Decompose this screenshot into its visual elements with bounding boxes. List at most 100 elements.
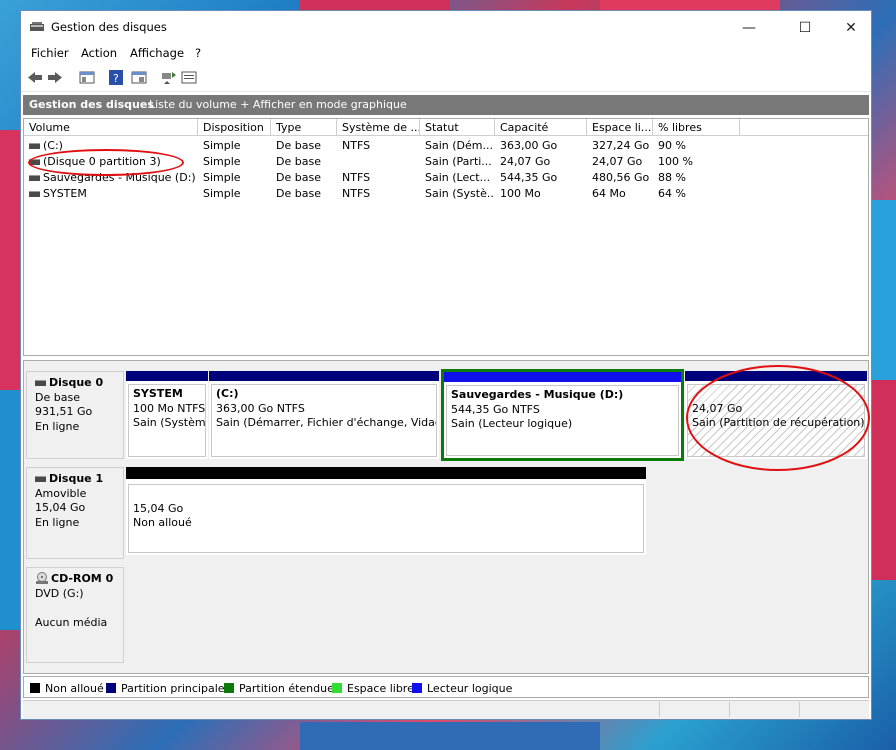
partition-size: 15,04 Go [133,501,184,515]
legend-item: Partition principale [106,682,225,695]
volume-disposition: Simple [203,171,241,184]
volume-free-space: 24,07 Go [592,155,643,168]
volume-type: De base [276,171,321,184]
back-icon[interactable] [27,70,43,85]
disk-type: Amovible [35,486,87,500]
column-header-filesystem[interactable]: Système de ... [337,119,420,136]
volume-list: Volume Disposition Type Système de ... S… [23,118,869,356]
volume-disposition: Simple [203,187,241,200]
volume-capacity: 544,35 Go [500,171,558,184]
disk-state: En ligne [35,419,80,433]
volume-capacity: 24,07 Go [500,155,551,168]
show-hide-console-tree-icon[interactable] [79,70,95,85]
column-header-capacity[interactable]: Capacité [495,119,587,136]
unallocated-bar [126,467,646,479]
legend-swatch-extended [224,683,234,693]
partition-status: Sain (Système [133,416,206,429]
column-header-type[interactable]: Type [271,119,337,136]
status-bar [23,700,869,719]
disk-type: DVD (G:) [35,586,84,600]
legend-label: Lecteur logique [427,682,513,695]
primary-partition-bar [126,371,208,381]
svg-text:?: ? [113,72,119,85]
volume-type: De base [276,139,321,152]
legend-item: Espace libre [332,682,414,695]
minimize-button[interactable]: — [729,17,769,39]
logical-drive-bar [444,372,681,382]
forward-icon[interactable] [47,70,63,85]
table-row[interactable]: (C:) Simple De base NTFS Sain (Dém... 36… [24,138,868,154]
primary-partition-bar [209,371,439,381]
partition-recovery[interactable]: 24,07 Go Sain (Partition de récupération… [685,371,867,459]
column-header-disposition[interactable]: Disposition [198,119,271,136]
legend-item: Partition étendue [224,682,334,695]
menu-fichier[interactable]: Fichier [31,46,69,60]
header-subtitle: Liste du volume + Afficher en mode graph… [149,98,407,111]
rescan-icon[interactable] [161,70,177,85]
disk-name: Disque 1 [49,472,104,485]
drive-icon [29,175,40,181]
volume-type: De base [276,155,321,168]
legend-label: Espace libre [347,682,414,695]
help-icon[interactable]: ? [109,70,123,85]
volume-percent-free: 100 % [658,155,693,168]
volume-status: Sain (Dém... [425,139,493,152]
table-row[interactable]: Sauvegardes - Musique (D:) Simple De bas… [24,170,868,186]
legend-item: Lecteur logique [412,682,512,695]
disk-size: 15,04 Go [35,501,86,514]
legend-swatch-free-space [332,683,342,693]
partition-system[interactable]: SYSTEM 100 Mo NTFS Sain (Système [126,371,208,459]
partition-status: Non alloué [133,516,192,529]
volume-free-space: 64 Mo [592,187,626,200]
disk-type: De base [35,390,80,404]
legend-label: Partition principale [121,682,225,695]
volume-filesystem: NTFS [342,171,371,184]
volume-name: (Disque 0 partition 3) [43,155,161,168]
legend-swatch-unallocated [30,683,40,693]
primary-partition-bar [685,371,867,381]
volume-capacity: 363,00 Go [500,139,558,152]
maximize-button[interactable]: ☐ [785,17,825,39]
disk-name: Disque 0 [49,376,104,389]
menu-help[interactable]: ? [195,46,201,60]
volume-name: SYSTEM [43,187,87,200]
column-header-free-space[interactable]: Espace li... [587,119,653,136]
disk-label[interactable]: Disque 1 Amovible 15,04 Go En ligne [26,467,124,559]
list-view-icon[interactable] [181,70,197,85]
header-title: Gestion des disques [29,98,154,111]
disk-management-icon [30,22,44,31]
volume-status: Sain (Systè... [425,187,495,200]
column-header-volume[interactable]: Volume [24,119,198,136]
close-button[interactable]: ✕ [831,17,871,39]
partition-status: Sain (Démarrer, Fichier d'échange, Vidag… [216,416,437,429]
partition-d[interactable]: Sauvegardes - Musique (D:) 544,35 Go NTF… [441,369,684,461]
disk-graphical-view: Disque 0 De base 931,51 Go En ligne SYST… [23,360,870,674]
table-row[interactable]: (Disque 0 partition 3) Simple De base Sa… [24,154,868,170]
legend-swatch-logical [412,683,422,693]
volume-free-space: 480,56 Go [592,171,650,184]
status-cell [799,702,870,717]
disk-row: Disque 0 De base 931,51 Go En ligne SYST… [24,365,870,471]
disk-label[interactable]: CD-ROM 0 DVD (G:) Aucun média [26,567,124,663]
disk-icon [35,380,46,386]
partition-c[interactable]: (C:) 363,00 Go NTFS Sain (Démarrer, Fich… [209,371,439,459]
volume-type: De base [276,187,321,200]
partition-unallocated[interactable]: 15,04 Go Non alloué [126,467,646,555]
menu-affichage[interactable]: Affichage [130,46,184,60]
disk-state: Aucun média [35,615,108,629]
partition-name: (C:) [216,387,239,400]
table-row[interactable]: SYSTEM Simple De base NTFS Sain (Systè..… [24,186,868,202]
partition-size: 24,07 Go [692,401,743,415]
properties-icon[interactable] [131,70,147,85]
status-cell [659,702,730,717]
volume-status: Sain (Parti... [425,155,492,168]
disk-label[interactable]: Disque 0 De base 931,51 Go En ligne [26,371,124,459]
partition-size: 363,00 Go NTFS [216,401,305,415]
title-bar: Gestion des disques — ☐ ✕ [21,11,871,43]
volume-filesystem: NTFS [342,187,371,200]
column-header-status[interactable]: Statut [420,119,495,136]
partition-status: Sain (Lecteur logique) [451,417,573,430]
menu-action[interactable]: Action [81,46,117,60]
column-header-percent-free[interactable]: % libres [653,119,740,136]
legend: Non alloué Partition principale Partitio… [23,676,869,698]
